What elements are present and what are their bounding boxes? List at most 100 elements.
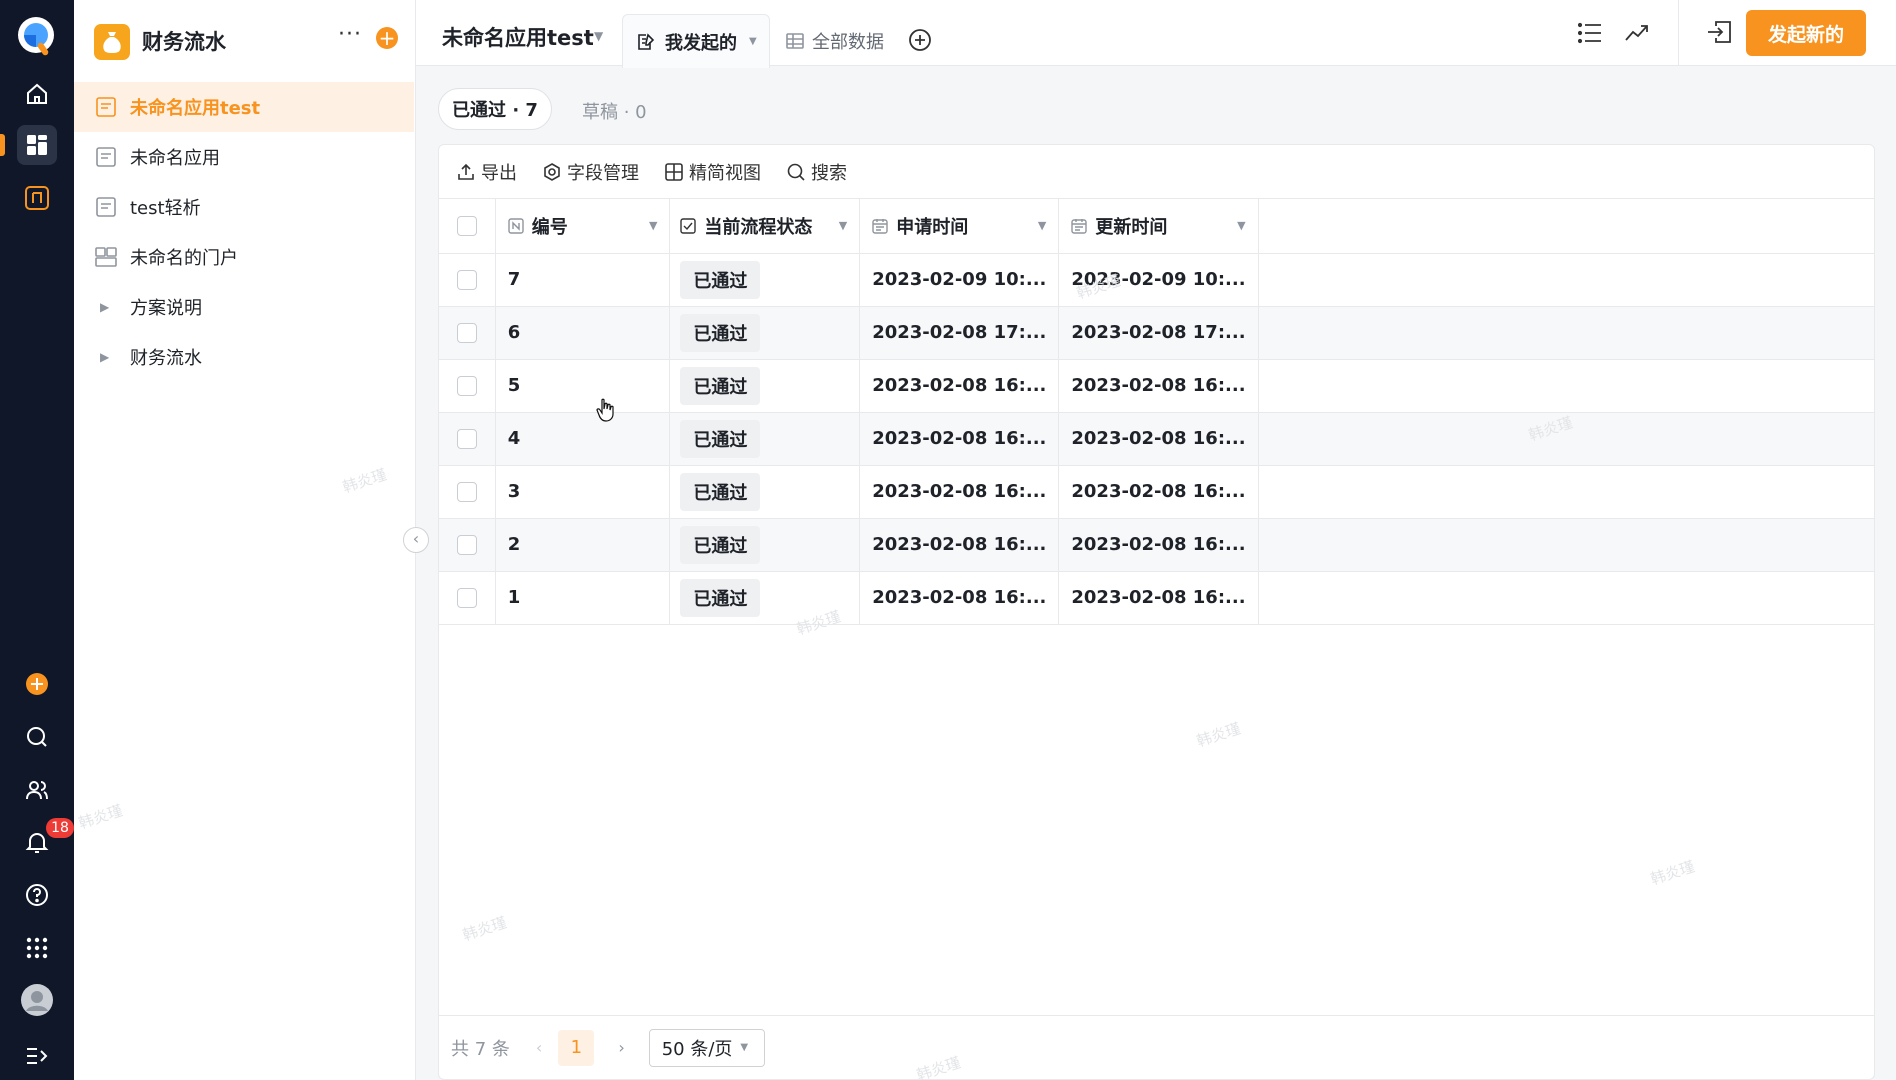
select-all-checkbox[interactable] [456, 216, 477, 237]
active-indicator [0, 134, 5, 156]
caret-down-icon[interactable]: ▼ [839, 219, 847, 232]
avatar[interactable] [17, 980, 57, 1020]
page-number-current[interactable]: 1 [558, 1029, 595, 1066]
table-row[interactable]: 4 已通过 2023-02-08 16:... 2023-02-08 16:..… [439, 412, 1874, 466]
status-badge: 已通过 [680, 419, 761, 458]
column-header-update-time[interactable]: 更新时间 ▼ [1058, 199, 1259, 254]
status-badge: 已通过 [680, 260, 761, 299]
status-badge: 已通过 [680, 313, 761, 352]
toolbar-divider [1678, 0, 1679, 66]
compact-view-button[interactable]: 精简视图 [665, 159, 761, 185]
edit-doc-icon [638, 32, 655, 50]
caret-down-icon[interactable]: ▼ [594, 29, 603, 43]
form-icon [94, 145, 118, 169]
cell-apply-time: 2023-02-08 16:... [859, 518, 1060, 572]
form-icon [94, 195, 118, 219]
caret-down-icon[interactable]: ▼ [649, 219, 657, 232]
collapse-sidebar-button[interactable]: ‹ [403, 527, 429, 553]
sidebar-title: 财务流水 [142, 30, 226, 54]
next-page-icon[interactable]: › [618, 1038, 624, 1057]
table-row[interactable]: 2 已通过 2023-02-08 16:... 2023-02-08 16:..… [439, 518, 1874, 572]
sidebar-header: 财务流水 ··· + [74, 0, 416, 80]
search-button[interactable]: 搜索 [787, 159, 847, 185]
upload-icon [458, 163, 474, 180]
cell-update-time: 2023-02-08 16:... [1058, 412, 1259, 466]
row-checkbox[interactable] [456, 482, 477, 502]
cell-apply-time: 2023-02-08 16:... [859, 465, 1060, 519]
tab-my-initiated[interactable]: 我发起的 ▼ [622, 14, 770, 68]
sidebar-item-portal[interactable]: 未命名的门户 [74, 232, 414, 282]
caret-down-icon[interactable]: ▼ [1038, 219, 1046, 232]
grid-view-icon [665, 162, 683, 181]
data-toolbar: 导出 字段管理 精简视图 搜索 [439, 145, 1874, 199]
status-tab-draft[interactable]: 草稿 · 0 [582, 98, 647, 124]
data-table: 编号 ▼ 当前流程状态 ▼ 申请时间 ▼ 更新时间 ▼ 7 已通过 2023-0… [439, 199, 1874, 625]
row-checkbox[interactable] [456, 376, 477, 396]
tab-label: 我发起的 [665, 32, 737, 54]
caret-right-icon[interactable]: ▶ [100, 300, 112, 314]
app-logo-icon[interactable] [14, 14, 58, 58]
dashboard-icon[interactable] [17, 125, 57, 165]
status-badge: 已通过 [680, 472, 761, 511]
sidebar-item-label: test轻析 [130, 198, 201, 219]
tab-all-data[interactable]: 全部数据 [786, 28, 884, 54]
exit-icon[interactable] [1706, 20, 1732, 48]
more-icon[interactable]: ··· [338, 22, 362, 47]
help-icon[interactable] [17, 875, 57, 915]
data-panel: 导出 字段管理 精简视图 搜索 编号 ▼ 当前流程状态 ▼ 申请时间 ▼ 更新时… [438, 144, 1875, 1080]
add-icon[interactable] [17, 664, 57, 704]
table-icon [786, 33, 804, 49]
table-row[interactable]: 3 已通过 2023-02-08 16:... 2023-02-08 16:..… [439, 465, 1874, 519]
sidebar-item-label: 未命名应用test [130, 98, 261, 119]
status-badge: 已通过 [680, 366, 761, 405]
field-manage-button[interactable]: 字段管理 [543, 159, 639, 185]
export-button[interactable]: 导出 [457, 159, 517, 185]
row-checkbox[interactable] [456, 323, 477, 343]
cell-apply-time: 2023-02-08 16:... [859, 571, 1060, 625]
column-label: 更新时间 [1095, 216, 1168, 238]
expand-menu-icon[interactable] [17, 1036, 57, 1076]
table-row[interactable]: 1 已通过 2023-02-08 16:... 2023-02-08 16:..… [439, 571, 1874, 625]
app-name-dropdown[interactable]: 未命名应用test [442, 22, 594, 52]
hand-cursor-icon [596, 398, 616, 426]
sidebar-item-unnamed-app[interactable]: 未命名应用 [74, 132, 414, 182]
tool-label: 精简视图 [689, 162, 761, 184]
notification-badge: 18 [46, 818, 74, 838]
search-icon[interactable] [17, 717, 57, 757]
table-row[interactable]: 7 已通过 2023-02-09 10:... 2023-02-09 10:..… [439, 253, 1874, 307]
tool-label: 搜索 [811, 162, 847, 184]
status-tab-approved[interactable]: 已通过 · 7 [438, 88, 552, 130]
apps-grid-icon[interactable] [17, 928, 57, 968]
caret-down-icon[interactable]: ▼ [749, 36, 757, 47]
row-checkbox[interactable] [456, 270, 477, 290]
cell-update-time: 2023-02-08 16:... [1058, 571, 1259, 625]
sidebar: 财务流水 ··· + 未命名应用test 未命名应用 test轻析 未命名的门户… [74, 0, 416, 1080]
list-view-icon[interactable] [1577, 22, 1602, 48]
sidebar-item-unnamed-app-test[interactable]: 未命名应用test [74, 82, 414, 132]
caret-down-icon[interactable]: ▼ [1237, 219, 1245, 232]
row-checkbox[interactable] [456, 588, 477, 608]
portal-layout-icon [94, 245, 118, 269]
column-header-status[interactable]: 当前流程状态 ▼ [669, 199, 861, 254]
row-checkbox[interactable] [456, 535, 477, 555]
cell-id: 6 [495, 306, 671, 360]
table-row[interactable]: 6 已通过 2023-02-08 17:... 2023-02-08 17:..… [439, 306, 1874, 360]
caret-right-icon[interactable]: ▶ [100, 350, 112, 364]
sidebar-item-test-analysis[interactable]: test轻析 [74, 182, 414, 232]
table-row[interactable]: 5 已通过 2023-02-08 16:... 2023-02-08 16:..… [439, 359, 1874, 413]
column-header-id[interactable]: 编号 ▼ [495, 199, 671, 254]
add-view-icon[interactable] [908, 28, 932, 56]
sidebar-folder-plan[interactable]: ▶ 方案说明 [74, 282, 414, 332]
prev-page-icon[interactable]: ‹ [536, 1038, 542, 1057]
portal-icon[interactable] [17, 178, 57, 218]
home-icon[interactable] [17, 74, 57, 114]
sidebar-folder-finance[interactable]: ▶ 财务流水 [74, 332, 414, 382]
settings-icon [544, 162, 560, 181]
column-header-apply-time[interactable]: 申请时间 ▼ [859, 199, 1060, 254]
contacts-icon[interactable] [17, 770, 57, 810]
select-all-cell [439, 199, 496, 254]
page-size-select[interactable]: 50 条/页 ▼ [648, 1028, 765, 1067]
sidebar-add-button[interactable]: + [376, 27, 398, 49]
start-new-button[interactable]: 发起新的 [1746, 10, 1866, 56]
row-checkbox[interactable] [456, 429, 477, 449]
